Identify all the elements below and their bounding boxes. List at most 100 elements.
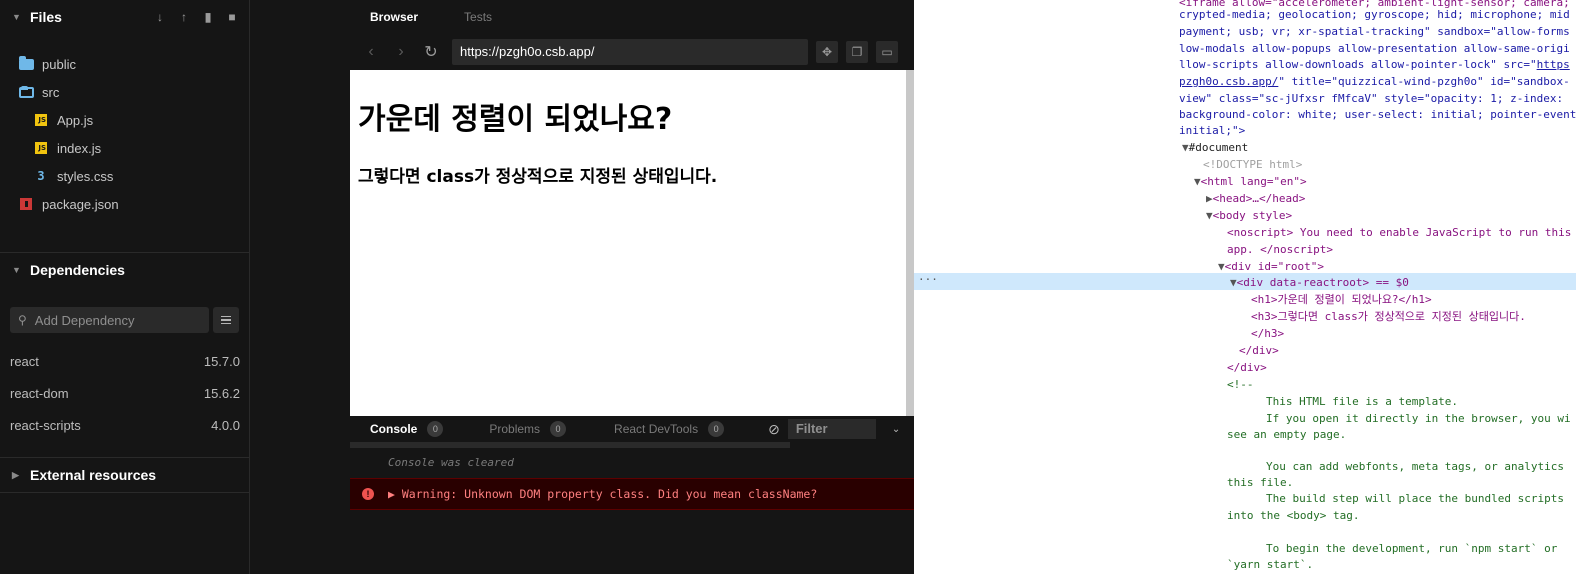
tree-item-src[interactable]: src: [0, 78, 249, 106]
dom-line: view" class="sc-jUfxsr fMfcaV" style="op…: [1179, 92, 1570, 105]
new-file-icon[interactable]: ▮: [201, 10, 215, 24]
src-link[interactable]: https: [1537, 58, 1570, 71]
dom-line[interactable]: <h1>가운데 정렬이 되었나요?</h1>: [1251, 291, 1432, 308]
forward-icon[interactable]: ›: [390, 43, 412, 61]
expand-arrow-icon[interactable]: ▼: [1218, 260, 1225, 273]
expand-triangle-icon[interactable]: ▶: [12, 470, 22, 481]
tab-problems[interactable]: Problems 0: [489, 421, 567, 437]
inspect-icon[interactable]: ✥: [816, 41, 838, 63]
tab-react-devtools[interactable]: React DevTools 0: [614, 421, 725, 437]
more-options-icon[interactable]: ···: [918, 273, 938, 286]
error-icon: !: [362, 488, 374, 500]
new-folder-icon[interactable]: ■: [225, 10, 239, 24]
sidebar: ▼ Files ↓ ↑ ▮ ■ public src JS App.js JS …: [0, 0, 250, 574]
dom-line: If you open it directly in the browser, …: [1266, 412, 1571, 425]
tree-item-styles-css[interactable]: 3 styles.css: [0, 162, 249, 190]
tree-item-app-js[interactable]: JS App.js: [0, 106, 249, 134]
open-window-icon[interactable]: ❐: [846, 41, 868, 63]
tab-tests[interactable]: Tests: [464, 10, 492, 24]
dom-line[interactable]: ▶<head>…</head>: [1206, 190, 1305, 207]
console-scrollbar[interactable]: [350, 442, 790, 448]
upload-icon[interactable]: ↑: [177, 10, 191, 24]
dependency-row[interactable]: react-dom 15.6.2: [0, 377, 249, 409]
url-input[interactable]: https://pzgh0o.csb.app/: [452, 39, 808, 65]
count-badge: 0: [550, 421, 567, 437]
dom-text: <body style>: [1212, 209, 1293, 222]
dom-line: To begin the development, run `npm start…: [1266, 542, 1558, 555]
collapse-arrow-icon[interactable]: ▶: [1206, 192, 1213, 205]
console-tabs: Console 0 Problems 0 React DevTools 0 ⊘ …: [350, 416, 914, 442]
dependency-row[interactable]: react-scripts 4.0.0: [0, 409, 249, 441]
collapse-triangle-icon[interactable]: ▼: [12, 12, 22, 22]
dependencies-header[interactable]: ▼ Dependencies: [0, 253, 249, 287]
divider: [0, 492, 249, 493]
tab-browser[interactable]: Browser: [370, 10, 418, 24]
dom-line: initial;">: [1179, 124, 1246, 137]
dom-line: into the <body> tag.: [1227, 509, 1360, 522]
js-file-icon: JS: [33, 113, 49, 127]
page-heading: 가운데 정렬이 되었나요?: [358, 102, 673, 137]
new-tab-icon[interactable]: ▭: [876, 41, 898, 63]
dependency-version: 4.0.0: [211, 417, 240, 433]
dom-line[interactable]: ▼<div id="root">: [1218, 258, 1324, 275]
dependency-row[interactable]: react 15.7.0: [0, 345, 249, 377]
tab-problems-label: Problems: [489, 422, 541, 436]
dom-line[interactable]: ▼<html lang="en">: [1194, 173, 1307, 190]
dom-line-selected[interactable]: ▼<div data-reactroot> == $0: [1230, 274, 1409, 291]
expand-arrow-icon[interactable]: ▼: [1182, 141, 1189, 154]
tab-console[interactable]: Console 0: [370, 421, 444, 437]
dom-line[interactable]: <!--: [1227, 376, 1254, 393]
dom-line[interactable]: <noscript> You need to enable JavaScript…: [1227, 224, 1571, 241]
dom-line[interactable]: <h3>그렇다면 class가 정상적으로 지정된 상태입니다.: [1251, 308, 1526, 325]
collapse-triangle-icon[interactable]: ▼: [12, 265, 22, 275]
tree-item-label: App.js: [57, 112, 94, 128]
expand-arrow-icon[interactable]: ▼: [1194, 175, 1201, 188]
tree-item-label: src: [42, 84, 60, 100]
preview-tabs: Browser Tests: [350, 0, 914, 34]
expand-arrow-icon[interactable]: ▼: [1230, 276, 1237, 289]
tab-devtools-label: React DevTools: [614, 422, 699, 436]
files-actions: ↓ ↑ ▮ ■: [153, 10, 239, 24]
dom-line: llow-scripts allow-downloads allow-point…: [1179, 56, 1570, 73]
files-header[interactable]: ▼ Files ↓ ↑ ▮ ■: [0, 0, 249, 34]
add-dependency-input[interactable]: ⚲ Add Dependency: [10, 307, 209, 333]
dom-line: </h3>: [1251, 327, 1285, 340]
tree-item-public[interactable]: public: [0, 50, 249, 78]
refresh-icon[interactable]: ↻: [420, 42, 442, 62]
js-file-icon: JS: [33, 141, 49, 155]
dom-line[interactable]: ▼<body style>: [1206, 207, 1292, 224]
dom-line[interactable]: ▼#document: [1182, 139, 1248, 156]
tree-item-package-json[interactable]: package.json: [0, 190, 249, 218]
page-subheading: 그렇다면 class가 정상적으로 지정된 상태입니다.: [358, 167, 718, 187]
url-bar: ‹ › ↻ https://pzgh0o.csb.app/ ✥ ❐ ▭: [350, 34, 914, 70]
src-link[interactable]: pzgh0o.csb.app/: [1179, 75, 1278, 88]
menu-icon[interactable]: [213, 307, 239, 333]
dom-line: </div>: [1227, 361, 1267, 374]
chevron-down-icon[interactable]: ⌄: [892, 424, 900, 435]
dom-text: #document: [1188, 141, 1249, 154]
dom-text: <div id="root">: [1224, 260, 1324, 273]
dom-text: <html lang="en">: [1200, 175, 1307, 188]
dom-line: see an empty page.: [1227, 428, 1347, 441]
filter-input[interactable]: Filter: [787, 419, 876, 439]
clear-console-icon[interactable]: ⊘: [768, 421, 780, 438]
external-resources-header[interactable]: ▶ External resources: [0, 458, 249, 492]
dom-line: low-modals allow-popups allow-presentati…: [1179, 42, 1570, 55]
external-resources-title: External resources: [30, 467, 157, 483]
tree-item-label: styles.css: [57, 168, 114, 184]
dom-text: llow-scripts allow-downloads allow-point…: [1179, 58, 1537, 71]
preview-scrollbar[interactable]: [906, 70, 914, 416]
download-icon[interactable]: ↓: [153, 10, 167, 24]
dependency-name: react-scripts: [10, 417, 81, 433]
dom-line: </div>: [1239, 344, 1279, 357]
files-title: Files: [30, 9, 62, 25]
dom-line[interactable]: <!DOCTYPE html>: [1203, 156, 1302, 173]
dom-line: `yarn start`.: [1227, 558, 1314, 571]
tree-item-index-js[interactable]: JS index.js: [0, 134, 249, 162]
dom-line: payment; usb; vr; xr-spatial-tracking" s…: [1179, 25, 1570, 38]
dom-line: app. </noscript>: [1227, 243, 1333, 256]
dom-text: " title="quizzical-wind-pzgh0o" id="sand…: [1278, 75, 1570, 88]
back-icon[interactable]: ‹: [360, 43, 382, 61]
dom-line: crypted-media; geolocation; gyroscope; h…: [1179, 8, 1570, 21]
expand-arrow-icon[interactable]: ▼: [1206, 209, 1213, 222]
